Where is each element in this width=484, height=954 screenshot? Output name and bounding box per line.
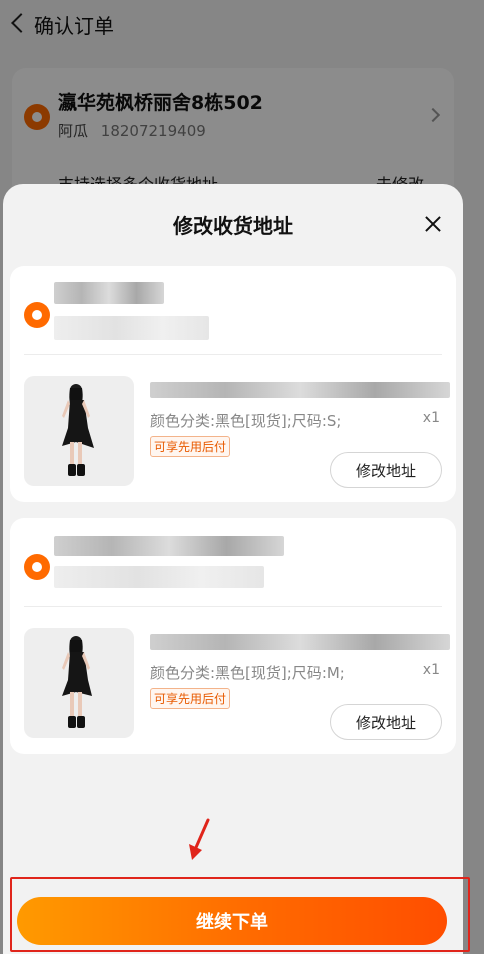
edit-address-button[interactable]: 修改地址 xyxy=(330,452,442,488)
sku-text: 颜色分类:黑色[现货];尺码:M; xyxy=(150,664,345,682)
product-image[interactable] xyxy=(24,376,134,486)
product-figure xyxy=(62,636,92,728)
location-pin-icon xyxy=(24,302,50,328)
blurred-product-title xyxy=(150,382,450,398)
pay-later-badge: 可享先用后付 xyxy=(150,688,231,709)
sheet-title: 修改收货地址 xyxy=(173,214,293,238)
address-group-2: 颜色分类:黑色[现货];尺码:M; x1 可享先用后付 修改地址 xyxy=(10,518,456,754)
pay-later-badge: 可享先用后付 xyxy=(150,436,231,457)
annotation-arrow-icon xyxy=(189,818,210,860)
product-image[interactable] xyxy=(24,628,134,738)
address-group-1: 颜色分类:黑色[现货];尺码:S; x1 可享先用后付 修改地址 xyxy=(10,266,456,502)
quantity: x1 xyxy=(422,662,440,678)
blurred-recipient xyxy=(54,536,284,556)
product-figure xyxy=(62,384,94,476)
blurred-address xyxy=(54,566,264,588)
sku-text: 颜色分类:黑色[现货];尺码:S; xyxy=(150,412,342,430)
blurred-address xyxy=(54,316,209,340)
quantity: x1 xyxy=(422,410,440,426)
location-pin-icon xyxy=(24,554,50,580)
blurred-recipient xyxy=(54,282,164,304)
divider xyxy=(24,354,442,355)
close-icon[interactable] xyxy=(421,212,445,236)
edit-address-sheet: 修改收货地址 颜色分类:黑色[现货];尺码:S; x1 可享先用后付 修改地址 xyxy=(3,184,463,954)
divider xyxy=(24,606,442,607)
edit-address-button[interactable]: 修改地址 xyxy=(330,704,442,740)
blurred-product-title xyxy=(150,634,450,650)
continue-order-button[interactable]: 继续下单 xyxy=(17,897,447,945)
